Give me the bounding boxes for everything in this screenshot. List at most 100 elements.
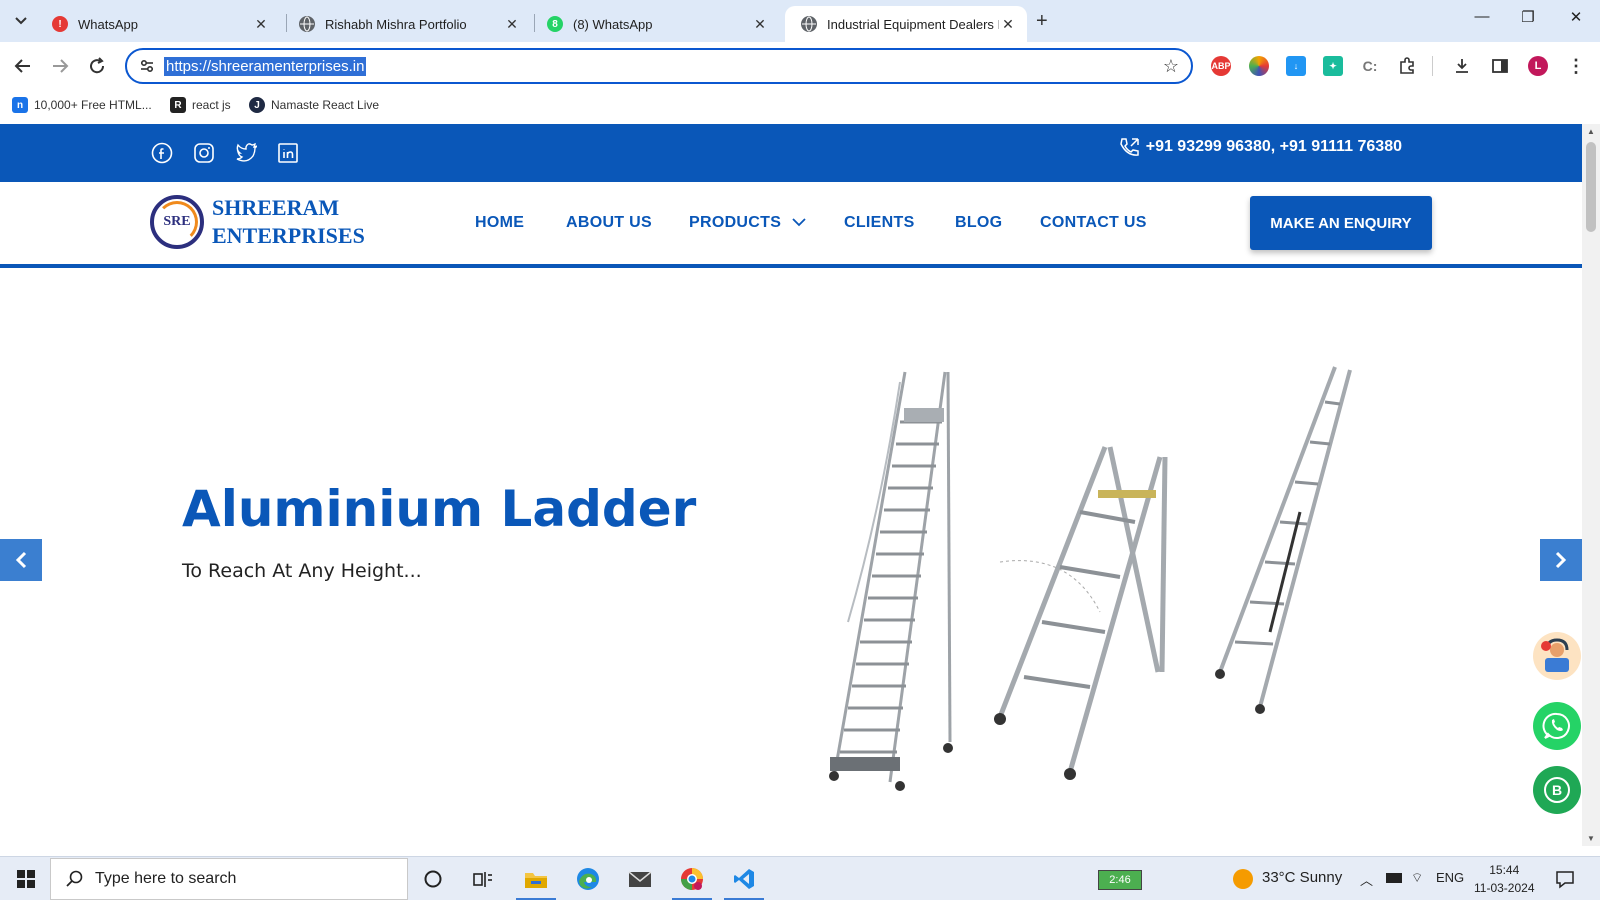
- hero-slider: Aluminium Ladder To Reach At Any Height.…: [0, 272, 1582, 846]
- phone-numbers[interactable]: +91 93299 96380, +91 91111 76380: [1118, 136, 1402, 158]
- whatsapp-alert-icon: !: [52, 16, 68, 32]
- svg-text:B: B: [1552, 782, 1562, 798]
- twitter-icon[interactable]: [235, 142, 257, 164]
- logo-line2: ENTERPRISES: [212, 223, 365, 248]
- close-icon[interactable]: ✕: [999, 16, 1017, 33]
- search-placeholder: Type here to search: [95, 870, 237, 887]
- pin-ext-icon[interactable]: ✦: [1323, 56, 1343, 76]
- language-indicator[interactable]: ENG: [1436, 870, 1464, 885]
- nav-products[interactable]: PRODUCTS: [689, 214, 806, 232]
- namaste-icon: J: [249, 97, 265, 113]
- notifications-icon[interactable]: [1555, 869, 1575, 894]
- nav-clients[interactable]: CLIENTS: [844, 214, 915, 232]
- colorful-ext-icon[interactable]: [1249, 56, 1269, 76]
- tab-portfolio[interactable]: Rishabh Mishra Portfolio ✕: [283, 6, 531, 42]
- chevron-down-icon: [792, 218, 806, 227]
- windows-start-icon[interactable]: [10, 863, 42, 895]
- support-agent-icon[interactable]: [1533, 632, 1581, 680]
- bookmark-item[interactable]: n 10,000+ Free HTML...: [12, 97, 152, 113]
- adblock-icon[interactable]: ABP: [1211, 56, 1231, 76]
- page-scrollbar[interactable]: ▲ ▼: [1582, 124, 1600, 846]
- file-explorer-icon[interactable]: [516, 863, 556, 900]
- clock-time: 15:44: [1489, 863, 1520, 877]
- address-bar[interactable]: https://shreeramenterprises.in ☆: [125, 48, 1193, 84]
- hero-title: Aluminium Ladder: [182, 480, 697, 538]
- cortana-icon[interactable]: [417, 863, 449, 895]
- globe-icon: [801, 16, 817, 32]
- forward-arrow-icon: [53, 59, 69, 73]
- wifi-icon[interactable]: ⌔: [1411, 870, 1423, 886]
- tab-title: Rishabh Mishra Portfolio: [325, 16, 467, 32]
- chevron-up-icon[interactable]: ︿: [1360, 870, 1373, 889]
- side-panel-icon[interactable]: [1490, 56, 1510, 76]
- bookmark-label: 10,000+ Free HTML...: [34, 98, 152, 112]
- profile-avatar[interactable]: L: [1528, 56, 1548, 76]
- reload-icon: [90, 57, 105, 74]
- nav-blog[interactable]: BLOG: [955, 214, 1002, 232]
- scroll-up-icon[interactable]: ▲: [1587, 127, 1595, 136]
- edge-browser-icon[interactable]: [572, 863, 604, 895]
- bookmark-item[interactable]: J Namaste React Live: [249, 97, 379, 113]
- bookmark-label: react js: [192, 98, 231, 112]
- weather-text[interactable]: 33°C Sunny: [1262, 869, 1342, 886]
- scrollbar-thumb[interactable]: [1586, 142, 1596, 232]
- download-ext-icon[interactable]: ↓: [1286, 56, 1306, 76]
- globe-icon: [299, 16, 315, 32]
- nav-about-us[interactable]: ABOUT US: [566, 214, 652, 232]
- battery-icon[interactable]: [1386, 873, 1402, 883]
- tab-whatsapp[interactable]: ! WhatsApp ✕: [36, 6, 280, 42]
- close-icon[interactable]: ✕: [503, 16, 521, 33]
- bookmark-item[interactable]: R react js: [170, 97, 231, 113]
- browser-toolbar: https://shreeramenterprises.in ☆ ABP ↓ ✦…: [0, 42, 1600, 90]
- facebook-icon[interactable]: [151, 142, 173, 164]
- forward-button[interactable]: [48, 54, 72, 78]
- tab-title: (8) WhatsApp: [573, 16, 653, 32]
- taskbar-search[interactable]: Type here to search: [50, 858, 408, 900]
- task-view-icon[interactable]: [467, 863, 499, 895]
- chevron-left-icon: [15, 551, 27, 569]
- slider-next-button[interactable]: [1540, 539, 1582, 581]
- close-icon[interactable]: ✕: [751, 16, 769, 33]
- site-settings-icon[interactable]: [139, 58, 155, 79]
- tab-strip: ! WhatsApp ✕ Rishabh Mishra Portfolio ✕ …: [0, 0, 1600, 42]
- tab-whatsapp-8[interactable]: 8 (8) WhatsApp ✕: [531, 6, 779, 42]
- bookmark-star-icon[interactable]: ☆: [1163, 56, 1179, 77]
- chrome-icon[interactable]: [672, 863, 712, 900]
- reload-button[interactable]: [85, 54, 109, 78]
- new-tab-button[interactable]: +: [1036, 10, 1048, 33]
- chevron-right-icon: [1555, 551, 1567, 569]
- windows-taskbar: Type here to search 2:46 33°C Sunny ︿ ⌔ …: [0, 856, 1600, 900]
- make-enquiry-button[interactable]: MAKE AN ENQUIRY: [1250, 196, 1432, 250]
- nav-contact-us[interactable]: CONTACT US: [1040, 214, 1147, 232]
- web-page: +91 93299 96380, +91 91111 76380 SRE SHR…: [0, 124, 1582, 846]
- logo-name: SHREERAM ENTERPRISES: [212, 194, 365, 250]
- mail-icon[interactable]: [624, 863, 656, 895]
- extensions-puzzle-icon[interactable]: [1397, 56, 1417, 76]
- url-text[interactable]: https://shreeramenterprises.in: [164, 57, 367, 76]
- close-icon[interactable]: ✕: [252, 16, 270, 33]
- restore-button[interactable]: ❐: [1508, 8, 1548, 26]
- clock[interactable]: 15:44 11-03-2024: [1474, 861, 1535, 897]
- battery-widget[interactable]: 2:46: [1098, 870, 1142, 890]
- n-icon: n: [12, 97, 28, 113]
- tab-search-button[interactable]: [8, 8, 34, 34]
- nav-home[interactable]: HOME: [475, 214, 524, 232]
- scroll-down-icon[interactable]: ▼: [1587, 834, 1595, 843]
- tab-title: WhatsApp: [78, 16, 138, 32]
- minimize-button[interactable]: —: [1462, 8, 1502, 25]
- company-logo[interactable]: SRE SHREERAM ENTERPRISES: [150, 194, 365, 250]
- more-menu-icon[interactable]: ⋮: [1566, 56, 1586, 76]
- back-button[interactable]: [11, 54, 35, 78]
- close-window-button[interactable]: ✕: [1556, 8, 1596, 26]
- instagram-icon[interactable]: [193, 142, 215, 164]
- tab-industrial-equipment[interactable]: Industrial Equipment Dealers In ✕: [785, 6, 1027, 42]
- whatsapp-business-icon[interactable]: B: [1533, 766, 1581, 814]
- whatsapp-icon[interactable]: [1533, 702, 1581, 750]
- nav-products-label: PRODUCTS: [689, 214, 782, 231]
- downloads-icon[interactable]: [1452, 56, 1472, 76]
- cx-ext-icon[interactable]: C:: [1360, 56, 1380, 76]
- chevron-down-icon: [15, 17, 27, 25]
- vscode-icon[interactable]: [724, 863, 764, 900]
- linkedin-icon[interactable]: [277, 142, 299, 164]
- slider-prev-button[interactable]: [0, 539, 42, 581]
